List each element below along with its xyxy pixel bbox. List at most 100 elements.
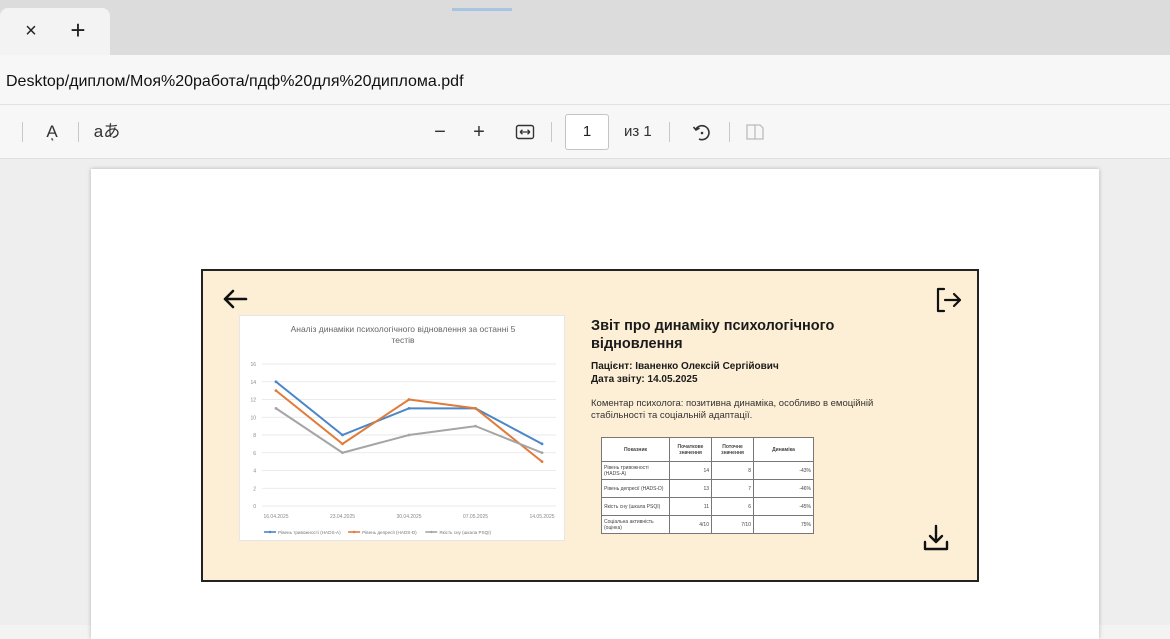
new-tab-icon[interactable]: +: [66, 17, 90, 43]
table-row: Якість сну (шкала PSQI) 11 6 -45%: [601, 497, 814, 516]
data-point: [341, 442, 344, 446]
table-cell: 4/10: [669, 515, 712, 534]
series-line: [275, 389, 543, 463]
zoom-in-button[interactable]: +: [467, 119, 491, 145]
pdf-page: Аналіз динаміки психологічного відновлен…: [91, 169, 1099, 639]
x-tick-label: 30.04.2025: [396, 514, 421, 520]
chart-svg: Аналіз динаміки психологічного відновлен…: [250, 324, 556, 535]
toolbar-separator: [729, 122, 730, 142]
data-point: [341, 433, 344, 437]
page-view-icon: [746, 124, 764, 140]
zoom-out-button[interactable]: −: [428, 119, 452, 145]
pdf-viewer[interactable]: Аналіз динаміки психологічного відновлен…: [0, 159, 1170, 639]
y-tick-label: 16: [250, 362, 256, 368]
table-cell: -45%: [753, 497, 814, 516]
table-cell: 8: [711, 461, 754, 480]
y-tick-label: 6: [253, 451, 256, 457]
table-row: Рівень депресії (HADS-D) 13 7 -46%: [601, 479, 814, 498]
legend-marker: [430, 530, 433, 534]
toolbar-separator: [78, 122, 79, 142]
line-chart: Аналіз динаміки психологічного відновлен…: [239, 315, 565, 541]
table-cell: 11: [669, 497, 712, 516]
table-header-cell: Початкове значення: [669, 437, 712, 462]
page-number-input[interactable]: 1: [565, 114, 609, 150]
report-text: Звіт про динаміку психологічного відновл…: [591, 317, 911, 422]
address-bar[interactable]: Desktop/диплом/Моя%20работа/пдф%20для%20…: [0, 55, 1170, 105]
toolbar-separator: [669, 122, 670, 142]
data-point: [274, 406, 278, 410]
rotate-icon: [692, 124, 710, 141]
read-aloud-button[interactable]: Aͅ: [38, 119, 66, 145]
y-tick-label: 8: [253, 433, 256, 439]
data-point: [274, 389, 278, 393]
y-tick-label: 2: [253, 486, 256, 492]
active-tab[interactable]: [0, 8, 110, 55]
table-cell: 13: [669, 479, 712, 498]
x-tick-label: 23.04.2025: [330, 514, 355, 520]
rotate-button[interactable]: [689, 119, 715, 145]
data-point: [407, 398, 411, 401]
data-point: [274, 380, 278, 384]
tab-strip: × +: [0, 0, 1170, 55]
table-header-cell: Динаміка: [753, 437, 814, 462]
psychologist-comment: Коментар психолога: позитивна динаміка, …: [591, 398, 874, 421]
legend-entry: Якість сну (шкала PSQI): [439, 530, 491, 535]
toolbar-separator: [551, 122, 552, 142]
page-total-label: из 1: [624, 123, 652, 140]
table-cell: 7/10: [711, 515, 754, 534]
results-table: Показник Початкове значення Поточне знач…: [601, 437, 814, 534]
table-cell: 7: [711, 479, 754, 498]
data-point: [407, 406, 411, 410]
report-date: Дата звіту: 14.05.2025: [591, 374, 698, 385]
table-cell: Рівень депресії (HADS-D): [601, 479, 670, 498]
table-header-cell: Поточне значення: [711, 437, 754, 462]
address-url[interactable]: Desktop/диплом/Моя%20работа/пдф%20для%20…: [6, 73, 464, 91]
x-tick-label: 07.05.2025: [463, 514, 488, 520]
table-cell: 75%: [753, 515, 814, 534]
toolbar-separator: [22, 122, 23, 142]
table-header-row: Показник Початкове значення Поточне знач…: [601, 437, 814, 462]
y-tick-label: 0: [253, 504, 256, 510]
chart-title: Аналіз динаміки психологічного відновлен…: [291, 324, 516, 334]
y-tick-label: 12: [250, 398, 256, 404]
pdf-toolbar: Aͅ aあ − + 1 из 1: [0, 105, 1170, 159]
legend-marker: [268, 530, 272, 534]
chart-title: тестів: [391, 335, 415, 345]
data-point: [540, 442, 544, 446]
tab-accent: [452, 8, 512, 11]
table-row: Рівень тривожності (HADS-A) 14 8 -43%: [601, 461, 814, 480]
y-tick-label: 4: [253, 469, 256, 475]
text-options-button[interactable]: aあ: [90, 119, 124, 145]
report-slide: Аналіз динаміки психологічного відновлен…: [201, 269, 979, 582]
legend-marker: [352, 530, 356, 534]
patient-name: Пацієнт: Іваненко Олексій Сергійович: [591, 361, 779, 372]
table-cell: Якість сну (шкала PSQI): [601, 497, 670, 516]
table-cell: Соціальна активність (оцінка): [601, 515, 670, 534]
close-tab-icon[interactable]: ×: [22, 21, 40, 41]
table-cell: Рівень тривожності (HADS-A): [601, 461, 670, 480]
back-arrow-icon[interactable]: [221, 285, 249, 313]
table-header-cell: Показник: [601, 437, 670, 462]
logout-icon[interactable]: [933, 285, 963, 315]
table-cell: -46%: [753, 479, 814, 498]
table-cell: 14: [669, 461, 712, 480]
data-point: [407, 433, 411, 437]
table-row: Соціальна активність (оцінка) 4/10 7/10 …: [601, 515, 814, 534]
y-tick-label: 14: [250, 380, 256, 386]
x-tick-label: 14.05.2025: [529, 514, 554, 520]
data-point: [474, 424, 477, 428]
download-icon[interactable]: [921, 523, 951, 553]
legend-entry: Рівень тривожності (HADS-A): [278, 530, 341, 535]
report-title: Звіт про динаміку психологічного відновл…: [591, 318, 835, 352]
y-tick-label: 10: [250, 415, 256, 421]
data-point: [540, 451, 544, 455]
fit-width-icon: [515, 124, 535, 140]
table-cell: -43%: [753, 461, 814, 480]
table-cell: 6: [711, 497, 754, 516]
legend-entry: Рівень депресії (HADS-D): [362, 530, 417, 535]
fit-to-width-button[interactable]: [513, 119, 537, 145]
data-point: [341, 451, 344, 455]
two-page-view-button[interactable]: [743, 119, 767, 145]
x-tick-label: 16.04.2025: [263, 514, 288, 520]
data-point: [474, 406, 477, 410]
